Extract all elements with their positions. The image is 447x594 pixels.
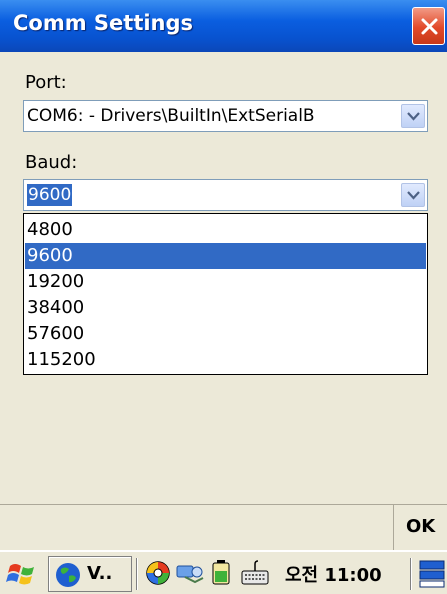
taskbar-separator bbox=[410, 558, 412, 590]
desktop-icon[interactable] bbox=[418, 559, 446, 589]
taskbar: V.. 오전 11:00 bbox=[0, 550, 447, 594]
port-combobox[interactable]: COM6: - Drivers\BuiltIn\ExtSerialB bbox=[23, 100, 428, 132]
port-label: Port: bbox=[25, 72, 67, 93]
close-button[interactable] bbox=[412, 7, 445, 45]
port-value: COM6: - Drivers\BuiltIn\ExtSerialB bbox=[27, 106, 315, 126]
network-icon[interactable] bbox=[175, 560, 205, 586]
close-x-icon bbox=[421, 18, 438, 35]
color-wheel-icon[interactable] bbox=[145, 560, 171, 586]
chevron-down-icon bbox=[407, 191, 420, 200]
baud-option-9600[interactable]: 9600 bbox=[25, 243, 426, 269]
baud-combobox[interactable]: 9600 bbox=[23, 179, 428, 211]
task-label: V.. bbox=[87, 563, 113, 584]
task-button-browser[interactable]: V.. bbox=[48, 556, 132, 592]
baud-option-57600[interactable]: 57600 bbox=[25, 321, 426, 347]
baud-label: Baud: bbox=[25, 152, 78, 173]
dialog-content: Port: COM6: - Drivers\BuiltIn\ExtSerialB… bbox=[0, 52, 447, 504]
baud-option-38400[interactable]: 38400 bbox=[25, 295, 426, 321]
baud-options-list: 4800 9600 19200 38400 57600 115200 bbox=[23, 213, 428, 375]
keyboard-icon[interactable] bbox=[240, 560, 270, 586]
battery-icon[interactable] bbox=[210, 560, 232, 586]
clock[interactable]: 오전 11:00 bbox=[285, 561, 382, 587]
baud-value: 9600 bbox=[27, 184, 73, 206]
title-bar: Comm Settings bbox=[0, 0, 447, 52]
baud-option-4800[interactable]: 4800 bbox=[25, 217, 426, 243]
baud-option-19200[interactable]: 19200 bbox=[25, 269, 426, 295]
chevron-down-icon bbox=[407, 112, 420, 121]
taskbar-separator bbox=[136, 558, 138, 590]
ok-label: OK bbox=[406, 516, 436, 537]
globe-icon bbox=[56, 563, 80, 587]
command-bar: OK bbox=[0, 504, 447, 551]
baud-dropdown-button[interactable] bbox=[401, 183, 425, 207]
window-title: Comm Settings bbox=[13, 11, 194, 35]
windows-flag-icon[interactable] bbox=[6, 558, 38, 590]
ok-button[interactable]: OK bbox=[393, 505, 447, 551]
baud-option-115200[interactable]: 115200 bbox=[25, 347, 426, 373]
port-dropdown-button[interactable] bbox=[401, 104, 425, 128]
